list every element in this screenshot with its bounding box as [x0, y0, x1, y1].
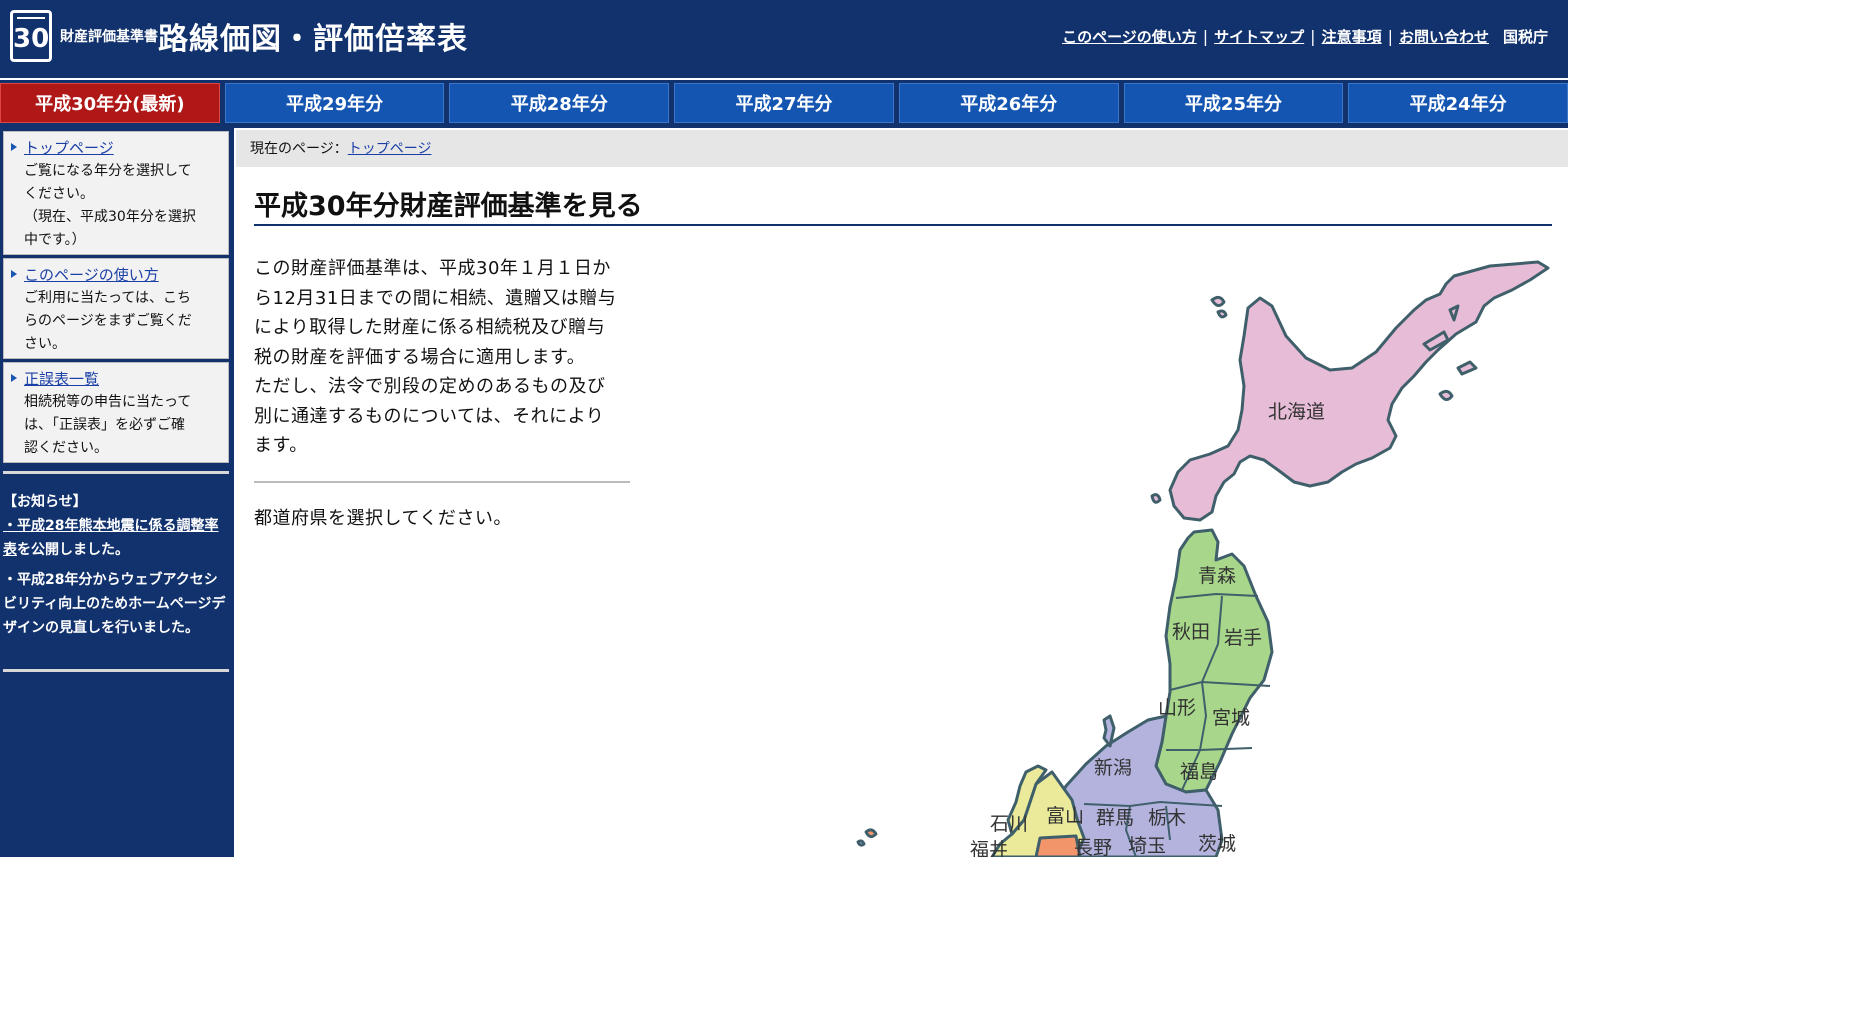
divider [3, 669, 229, 672]
text-line: ます。 [254, 435, 308, 456]
site-header: 30 財産評価基準書路線価図・評価倍率表 このページの使い方 | サイトマップ … [0, 0, 1568, 78]
text-line: は、「正誤表」を必ずご確 [24, 417, 185, 433]
sidebar-box-howto: このページの使い方 ご利用に当たっては、こち らのページをまずご覧くだ さい。 [3, 258, 229, 359]
text-line: この財産評価基準は、平成30年１月１日か [254, 258, 611, 279]
divider [254, 481, 630, 483]
text-line: 認ください。 [24, 440, 108, 456]
text-line: により取得した財産に係る相続税及び贈与 [254, 317, 606, 338]
triangle-bullet-icon [11, 270, 17, 278]
notice-heading: 【お知らせ】 [3, 494, 87, 510]
breadcrumb-prefix: 現在のページ： [250, 141, 348, 157]
tab-h27[interactable]: 平成27年分 [674, 83, 894, 123]
year-tabs: 平成30年分(最新) 平成29年分 平成28年分 平成27年分 平成26年分 平… [0, 80, 1569, 128]
util-link-howto[interactable]: このページの使い方 [1056, 26, 1203, 47]
sidebar-link-howto[interactable]: このページの使い方 [24, 265, 220, 285]
text-line: 別に通達するものについては、それにより [254, 405, 605, 427]
label-akita[interactable]: 秋田 [1172, 621, 1210, 643]
sidebar-text: 相続税等の申告に当たって は、「正誤表」を必ずご確 認ください。 [24, 391, 220, 460]
sidebar-link-errata[interactable]: 正誤表一覧 [24, 369, 220, 389]
tab-h30[interactable]: 平成30年分(最新) [0, 83, 220, 123]
util-link-notes[interactable]: 注意事項 [1316, 26, 1388, 47]
page-title: 平成30年分財産評価基準を見る [254, 184, 1552, 226]
label-fukui[interactable]: 福井 [970, 839, 1008, 857]
island-rishiri [1210, 295, 1226, 307]
util-link-contact[interactable]: お問い合わせ [1393, 26, 1495, 47]
divider [3, 471, 229, 474]
region-hokkaido[interactable] [1168, 260, 1550, 522]
text-line: らのページをまずご覧くだ [24, 313, 192, 329]
util-link-sitemap[interactable]: サイトマップ [1208, 26, 1310, 47]
text-line: ご覧になる年分を選択して [24, 163, 192, 179]
label-saitama[interactable]: 埼玉 [1128, 835, 1166, 857]
island-kuril-3 [1456, 360, 1478, 376]
island-kuril-4 [1438, 389, 1454, 401]
sidebar-box-top: トップページ ご覧になる年分を選択して ください。 （現在、平成30年分を選択 … [3, 131, 229, 255]
label-niigata[interactable]: 新潟 [1094, 757, 1132, 779]
text-line: ご利用に当たっては、こち [24, 290, 192, 306]
label-yamagata[interactable]: 山形 [1158, 697, 1196, 719]
text-line: 相続税等の申告に当たって [24, 394, 192, 410]
island-noto [864, 828, 878, 839]
tab-h26[interactable]: 平成26年分 [898, 83, 1119, 123]
island-sado [1102, 714, 1116, 748]
label-ishikawa[interactable]: 石川 [990, 813, 1028, 835]
year-logo[interactable]: 30 [10, 10, 52, 62]
label-toyama[interactable]: 富山 [1046, 805, 1084, 827]
label-tochigi[interactable]: 栃木 [1148, 807, 1186, 829]
label-ibaraki[interactable]: 茨城 [1198, 833, 1236, 855]
site-title[interactable]: 財産評価基準書路線価図・評価倍率表 [60, 14, 468, 58]
notice-item: ・平成28年分からウェブアクセシビリティ向上のためホームページデザインの見直しを… [3, 572, 226, 636]
label-iwate[interactable]: 岩手 [1224, 627, 1262, 649]
agency-name[interactable]: 国税庁 [1495, 26, 1548, 47]
label-miyagi[interactable]: 宮城 [1212, 707, 1250, 729]
label-hokkaido[interactable]: 北海道 [1268, 401, 1325, 423]
label-fukushima[interactable]: 福島 [1180, 761, 1218, 783]
text-line: 中です。） [24, 232, 86, 248]
sidebar: トップページ ご覧になる年分を選択して ください。 （現在、平成30年分を選択 … [0, 128, 234, 857]
notice-item: ・平成28年熊本地震に係る調整率表を公開しました。 [3, 514, 231, 562]
text-line: （現在、平成30年分を選択 [24, 209, 196, 225]
text-line: ただし、法令で別段の定めのあるもの及び [254, 376, 606, 397]
tab-h24[interactable]: 平成24年分 [1348, 83, 1569, 123]
sidebar-text: ご覧になる年分を選択して ください。 （現在、平成30年分を選択 中です。） [24, 160, 220, 252]
tab-h29[interactable]: 平成29年分 [224, 83, 445, 123]
japan-prefecture-map: 北海道 青森 秋田 岩手 山形 宮城 新潟 福島 石川 富山 群馬 栃木 福井 … [856, 260, 1550, 857]
island-rebun [1216, 309, 1228, 319]
island-small [856, 839, 866, 847]
text-line: さい。 [24, 336, 66, 352]
text-line: 税の財産を評価する場合に適用します。 [254, 346, 586, 368]
triangle-bullet-icon [11, 143, 17, 151]
tab-h25[interactable]: 平成25年分 [1123, 83, 1344, 123]
sidebar-text: ご利用に当たっては、こち らのページをまずご覧くだ さい。 [24, 287, 220, 356]
sidebar-box-errata: 正誤表一覧 相続税等の申告に当たって は、「正誤表」を必ずご確 認ください。 [3, 362, 229, 463]
select-prompt: 都道府県を選択してください。 [254, 508, 512, 529]
island-okushiri [1150, 493, 1162, 504]
label-gunma[interactable]: 群馬 [1096, 807, 1134, 829]
site-title-sub: 財産評価基準書 [60, 29, 158, 45]
label-nagano[interactable]: 長野 [1074, 837, 1112, 857]
text-line: ら12月31日までの間に相続、遺贈又は贈与 [254, 287, 617, 309]
breadcrumb: 現在のページ：トップページ [236, 130, 1568, 167]
triangle-bullet-icon [11, 374, 17, 382]
text-line: ください。 [24, 186, 94, 202]
intro-text: この財産評価基準は、平成30年１月１日か ら12月31日までの間に相続、遺贈又は… [254, 254, 634, 461]
tab-h28[interactable]: 平成28年分 [449, 83, 670, 123]
site-title-main: 路線価図・評価倍率表 [158, 22, 468, 57]
notice-section: 【お知らせ】 ・平成28年熊本地震に係る調整率表を公開しました。 ・平成28年分… [3, 490, 231, 646]
breadcrumb-link-top[interactable]: トップページ [348, 141, 432, 157]
utility-links: このページの使い方 | サイトマップ | 注意事項 | お問い合わせ 国税庁 [1056, 26, 1548, 47]
notice-text: を公開しました。 [17, 542, 129, 558]
label-aomori[interactable]: 青森 [1198, 565, 1236, 587]
sidebar-link-top[interactable]: トップページ [24, 138, 220, 158]
